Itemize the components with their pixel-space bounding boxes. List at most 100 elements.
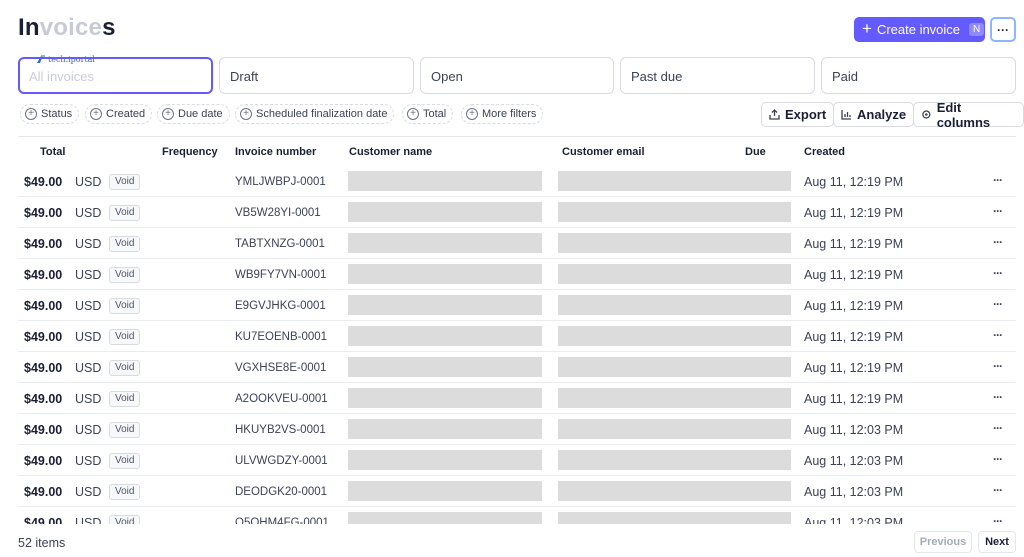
redacted-customer-name bbox=[348, 481, 542, 501]
redacted-customer-email bbox=[558, 295, 791, 315]
tab-open[interactable]: Open bbox=[420, 57, 614, 94]
invoice-created-date: Aug 11, 12:03 PM bbox=[804, 516, 904, 524]
invoice-currency: USD bbox=[75, 330, 102, 344]
row-more-icon[interactable]: ··· bbox=[993, 173, 1003, 187]
table-row[interactable]: $49.00 USD Void WB9FY7VN-0001 Aug 11, 12:19 … bbox=[18, 259, 1016, 290]
filter-created[interactable]: + Created bbox=[85, 104, 153, 124]
redacted-customer-email bbox=[558, 450, 791, 470]
export-label: Export bbox=[785, 107, 827, 122]
filter-total[interactable]: + Total bbox=[402, 104, 454, 124]
create-invoice-label: Create invoice bbox=[876, 22, 961, 37]
invoice-created-date: Aug 11, 12:19 PM bbox=[804, 175, 904, 189]
redacted-customer-email bbox=[558, 264, 791, 284]
table-row[interactable]: $49.00 USD Void DEODGK20-0001 Aug 11, 12:03 … bbox=[18, 476, 1016, 507]
redacted-customer-name bbox=[348, 202, 542, 222]
table-top-divider bbox=[18, 136, 1016, 137]
table-row[interactable]: $49.00 USD Void HKUYB2VS-0001 Aug 11, 12:03 … bbox=[18, 414, 1016, 445]
filter-more-filters[interactable]: + More filters bbox=[461, 104, 544, 124]
redacted-customer-name bbox=[348, 295, 542, 315]
status-badge: Void bbox=[109, 205, 141, 221]
row-more-icon[interactable]: ··· bbox=[993, 390, 1003, 404]
row-more-icon[interactable]: ··· bbox=[993, 421, 1003, 435]
export-button[interactable]: Export bbox=[761, 102, 835, 127]
redacted-customer-email bbox=[558, 202, 791, 222]
invoice-number: WB9FY7VN-0001 bbox=[235, 269, 327, 281]
table-row[interactable]: $49.00 USD Void VGXHSE8E-0001 Aug 11, 12:19 … bbox=[18, 352, 1016, 383]
row-more-icon[interactable]: ··· bbox=[993, 204, 1003, 218]
add-filter-icon: + bbox=[25, 108, 37, 120]
tab-paid[interactable]: Paid bbox=[821, 57, 1016, 94]
invoice-created-date: Aug 11, 12:19 PM bbox=[804, 361, 904, 375]
next-page-button[interactable]: Next bbox=[978, 531, 1016, 553]
redacted-customer-name bbox=[348, 512, 542, 524]
invoice-number: YMLJWBPJ-0001 bbox=[235, 176, 326, 188]
filter-label: Scheduled finalization date bbox=[256, 108, 388, 120]
previous-page-button[interactable]: Previous bbox=[914, 531, 972, 553]
analyze-label: Analyze bbox=[857, 107, 907, 122]
invoice-number: VGXHSE8E-0001 bbox=[235, 362, 327, 374]
edit-columns-button[interactable]: Edit columns bbox=[913, 99, 1024, 130]
column-header-customer-name[interactable]: Customer name bbox=[349, 146, 432, 158]
row-more-icon[interactable]: ··· bbox=[993, 297, 1003, 311]
tab-past-due[interactable]: Past due bbox=[620, 57, 815, 94]
add-filter-icon: + bbox=[90, 108, 102, 120]
redacted-customer-name bbox=[348, 419, 542, 439]
row-more-icon[interactable]: ··· bbox=[993, 452, 1003, 466]
add-filter-icon: + bbox=[407, 108, 419, 120]
filter-label: Status bbox=[41, 108, 73, 120]
invoice-currency: USD bbox=[75, 516, 102, 524]
column-header-created[interactable]: Created bbox=[804, 146, 845, 158]
column-header-frequency[interactable]: Frequency bbox=[162, 146, 218, 158]
tab-all-invoices[interactable]: All invoices bbox=[18, 57, 213, 94]
redacted-customer-name bbox=[348, 326, 542, 346]
shortcut-badge: N bbox=[969, 23, 985, 36]
invoice-currency: USD bbox=[75, 299, 102, 313]
table-row[interactable]: $49.00 USD Void TABTXNZG-0001 Aug 11, 12:19 … bbox=[18, 228, 1016, 259]
redacted-customer-name bbox=[348, 171, 542, 191]
edit-columns-label: Edit columns bbox=[936, 99, 991, 130]
table-row[interactable]: $49.00 USD Void YMLJWBPJ-0001 Aug 11, 12:19 … bbox=[18, 166, 1016, 197]
page-title-end: s bbox=[102, 14, 116, 41]
invoice-total: $49.00 bbox=[24, 268, 63, 282]
analyze-button[interactable]: Analyze bbox=[833, 102, 915, 127]
row-more-icon[interactable]: ··· bbox=[993, 483, 1003, 497]
add-filter-icon: + bbox=[240, 108, 252, 120]
create-invoice-button[interactable]: + Create invoice N bbox=[854, 17, 985, 42]
export-icon bbox=[769, 109, 780, 120]
invoice-number: KU7EOENB-0001 bbox=[235, 331, 328, 343]
column-header-customer-email[interactable]: Customer email bbox=[562, 146, 645, 158]
row-more-icon[interactable]: ··· bbox=[993, 235, 1003, 249]
tab-label: All invoices bbox=[29, 69, 95, 84]
more-icon: ··· bbox=[997, 22, 1009, 37]
filter-label: More filters bbox=[482, 108, 537, 120]
table-row[interactable]: $49.00 USD Void A2OOKVEU-0001 Aug 11, 12:19 … bbox=[18, 383, 1016, 414]
column-header-total[interactable]: Total bbox=[40, 146, 65, 158]
row-more-icon[interactable]: ··· bbox=[993, 514, 1003, 524]
redacted-customer-name bbox=[348, 450, 542, 470]
column-header-invoice-number[interactable]: Invoice number bbox=[235, 146, 316, 158]
invoice-created-date: Aug 11, 12:19 PM bbox=[804, 299, 904, 313]
table-row[interactable]: $49.00 USD Void Q5OHM4FG-0001 Aug 11, 12:03 … bbox=[18, 507, 1016, 524]
tab-draft[interactable]: Draft bbox=[219, 57, 414, 94]
row-more-icon[interactable]: ··· bbox=[993, 359, 1003, 373]
table-row[interactable]: $49.00 USD Void VB5W28YI-0001 Aug 11, 12:19 … bbox=[18, 197, 1016, 228]
table-row[interactable]: $49.00 USD Void KU7EOENB-0001 Aug 11, 12:19 … bbox=[18, 321, 1016, 352]
invoice-created-date: Aug 11, 12:19 PM bbox=[804, 237, 904, 251]
more-options-button[interactable]: ··· bbox=[990, 17, 1016, 42]
row-more-icon[interactable]: ··· bbox=[993, 328, 1003, 342]
add-filter-icon: + bbox=[466, 108, 478, 120]
filter-scheduled-finalization-date[interactable]: + Scheduled finalization date bbox=[235, 104, 395, 124]
row-more-icon[interactable]: ··· bbox=[993, 266, 1003, 280]
filter-status[interactable]: + Status bbox=[20, 104, 80, 124]
filter-due-date[interactable]: + Due date bbox=[157, 104, 230, 124]
table-row[interactable]: $49.00 USD Void ULVWGDZY-0001 Aug 11, 12:03 … bbox=[18, 445, 1016, 476]
table-row[interactable]: $49.00 USD Void E9GVJHKG-0001 Aug 11, 12:19 … bbox=[18, 290, 1016, 321]
status-badge: Void bbox=[109, 515, 141, 524]
invoice-created-date: Aug 11, 12:03 PM bbox=[804, 423, 904, 437]
column-header-due[interactable]: Due bbox=[745, 146, 766, 158]
redacted-customer-email bbox=[558, 388, 791, 408]
invoice-created-date: Aug 11, 12:03 PM bbox=[804, 485, 904, 499]
status-badge: Void bbox=[109, 298, 141, 314]
invoice-total: $49.00 bbox=[24, 454, 63, 468]
add-filter-icon: + bbox=[162, 108, 174, 120]
